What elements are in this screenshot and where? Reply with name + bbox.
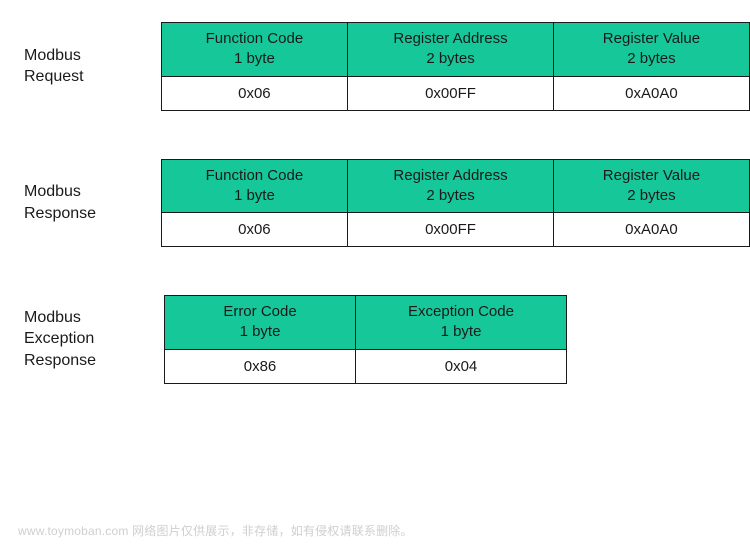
field-size: 1 byte bbox=[240, 323, 281, 340]
header-cell: Function Code 1 byte bbox=[161, 23, 348, 77]
section-label: ModbusExceptionResponse bbox=[0, 307, 164, 372]
field-name: Register Address bbox=[393, 30, 507, 47]
field-size: 1 byte bbox=[441, 323, 482, 340]
section-label: ModbusRequest bbox=[0, 45, 161, 88]
value-cell: 0xA0A0 bbox=[553, 76, 749, 110]
value-cell: 0x06 bbox=[161, 76, 348, 110]
modbus-request-section: ModbusRequest Function Code 1 byte Regis… bbox=[0, 22, 750, 111]
section-label: ModbusResponse bbox=[0, 181, 161, 224]
field-size: 1 byte bbox=[234, 187, 275, 204]
field-size: 2 bytes bbox=[426, 50, 474, 67]
header-cell: Register Address 2 bytes bbox=[348, 23, 554, 77]
modbus-response-table: Function Code 1 byte Register Address 2 … bbox=[161, 159, 750, 248]
value-cell: 0xA0A0 bbox=[553, 213, 749, 247]
field-name: Register Value bbox=[603, 30, 700, 47]
field-size: 1 byte bbox=[234, 50, 275, 67]
value-cell: 0x06 bbox=[161, 213, 348, 247]
header-cell: Register Value 2 bytes bbox=[553, 23, 749, 77]
modbus-request-table: Function Code 1 byte Register Address 2 … bbox=[161, 22, 750, 111]
field-name: Function Code bbox=[206, 30, 304, 47]
value-cell: 0x00FF bbox=[348, 213, 554, 247]
field-name: Exception Code bbox=[408, 303, 514, 320]
field-name: Function Code bbox=[206, 167, 304, 184]
field-size: 2 bytes bbox=[627, 187, 675, 204]
header-cell: Error Code 1 byte bbox=[165, 296, 356, 350]
field-size: 2 bytes bbox=[627, 50, 675, 67]
value-cell: 0x04 bbox=[356, 349, 567, 383]
field-name: Error Code bbox=[223, 303, 296, 320]
header-cell: Function Code 1 byte bbox=[161, 159, 348, 213]
field-name: Register Address bbox=[393, 167, 507, 184]
modbus-exception-table: Error Code 1 byte Exception Code 1 byte … bbox=[164, 295, 567, 384]
value-cell: 0x86 bbox=[165, 349, 356, 383]
header-cell: Register Address 2 bytes bbox=[348, 159, 554, 213]
header-cell: Exception Code 1 byte bbox=[356, 296, 567, 350]
modbus-response-section: ModbusResponse Function Code 1 byte Regi… bbox=[0, 159, 750, 248]
modbus-exception-section: ModbusExceptionResponse Error Code 1 byt… bbox=[0, 295, 750, 384]
header-cell: Register Value 2 bytes bbox=[553, 159, 749, 213]
value-cell: 0x00FF bbox=[348, 76, 554, 110]
field-name: Register Value bbox=[603, 167, 700, 184]
field-size: 2 bytes bbox=[426, 187, 474, 204]
